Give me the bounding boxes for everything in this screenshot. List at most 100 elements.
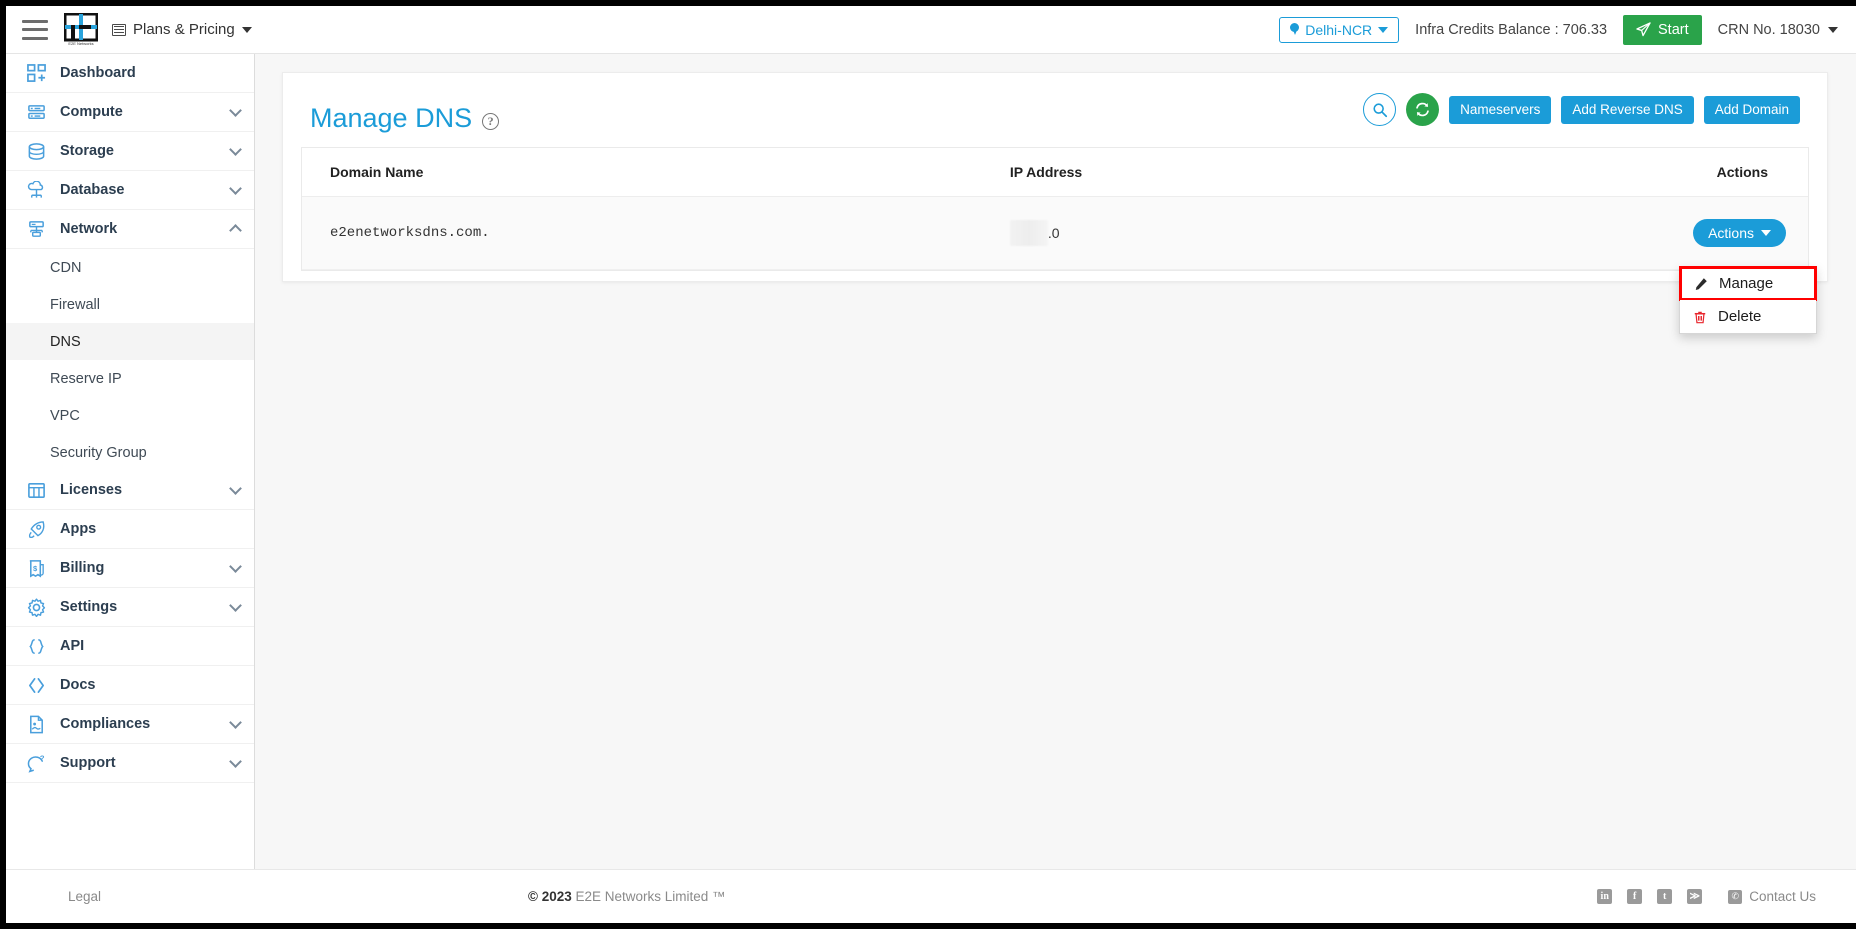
sidebar-item-dns[interactable]: DNS [6,323,254,360]
sidebar-item-network[interactable]: Network [6,210,254,249]
svg-text:$: $ [32,563,37,572]
sidebar-item-label: Billing [60,560,105,576]
redacted-ip-block [1009,220,1048,246]
add-reverse-dns-button[interactable]: Add Reverse DNS [1561,95,1694,124]
cell-ip-address: .0 [1009,196,1583,270]
frame-bottom-border [0,923,1856,929]
chevron-down-icon [229,559,242,573]
sidebar-item-security-group[interactable]: Security Group [6,434,254,471]
dropdown-item-delete[interactable]: Delete [1680,300,1816,333]
plans-pricing-menu[interactable]: Plans & Pricing [112,21,252,38]
sidebar-item-label: Compliances [60,716,151,732]
svg-text:?: ? [39,754,44,763]
sidebar-subitem-label: VPC [50,407,80,424]
page-title-text: Manage DNS [310,102,473,133]
sidebar-item-api[interactable]: API [6,627,254,666]
row-actions-button[interactable]: Actions [1693,219,1786,247]
chevron-down-icon [1828,26,1838,33]
chevron-down-icon [1761,230,1771,236]
sidebar-item-storage[interactable]: Storage [6,132,254,171]
sidebar-item-billing[interactable]: $ Billing [6,549,254,588]
column-header-domain-name: Domain Name [302,148,1010,197]
start-button[interactable]: Start [1623,14,1702,45]
sidebar-item-compliances[interactable]: Compliances [6,705,254,744]
app-viewport: E2E Networks Plans & Pricing Delhi-NCR I… [0,0,1856,929]
chevron-down-icon [229,142,242,156]
chevron-down-icon [229,103,242,117]
list-icon [112,23,126,36]
actions-dropdown-menu: Manage Delete [1679,266,1817,334]
sidebar-item-database[interactable]: Database [6,171,254,210]
dns-card: Manage DNS ? Nameservers Add Reverse DNS… [282,72,1828,282]
phone-icon: ✆ [1728,889,1743,904]
hamburger-icon[interactable] [22,19,48,40]
sidebar-item-compute[interactable]: Compute [6,93,254,132]
network-icon [24,220,48,239]
nameservers-button[interactable]: Nameservers [1449,95,1552,124]
sidebar-item-docs[interactable]: Docs [6,666,254,705]
chevron-up-icon [229,224,242,237]
sidebar-item-support[interactable]: ? Support [6,744,254,783]
frame-top-border [0,0,1856,6]
page-title: Manage DNS ? [310,102,500,134]
add-domain-button[interactable]: Add Domain [1703,95,1800,124]
plans-pricing-label: Plans & Pricing [133,21,235,38]
chevron-down-icon [229,754,242,768]
column-header-ip-address: IP Address [1009,148,1583,197]
location-pin-icon [1290,23,1300,36]
rss-icon[interactable]: ≫ [1687,889,1703,904]
dns-table-wrapper: Domain Name IP Address Actions e2enetwor… [301,147,1809,271]
sidebar-item-label: API [60,638,85,654]
rocket-icon [24,520,48,539]
region-selector[interactable]: Delhi-NCR [1279,16,1400,43]
dropdown-item-manage[interactable]: Manage [1679,266,1817,301]
dns-table: Domain Name IP Address Actions e2enetwor… [302,148,1808,270]
table-body: e2enetworksdns.com. .0 Actions [302,196,1808,270]
dropdown-item-label: Manage [1719,275,1774,292]
trash-icon [1692,310,1708,324]
contact-us-link[interactable]: ✆ Contact Us [1728,889,1816,904]
server-icon [24,103,48,122]
sidebar-item-dashboard[interactable]: Dashboard [6,54,254,93]
chevron-down-icon [229,481,242,495]
card-header: Manage DNS ? Nameservers Add Reverse DNS… [283,73,1827,141]
dashboard-icon [24,63,48,83]
table-row: e2enetworksdns.com. .0 Actions [302,196,1808,270]
sidebar-item-reserve-ip[interactable]: Reserve IP [6,360,254,397]
sidebar-item-firewall[interactable]: Firewall [6,286,254,323]
sidebar-item-vpc[interactable]: VPC [6,397,254,434]
table-header-row: Domain Name IP Address Actions [302,148,1808,197]
help-icon[interactable]: ? [482,112,500,130]
sidebar-nav: Dashboard Compute Storage Database Netwo… [6,54,255,923]
table-header: Domain Name IP Address Actions [302,148,1808,197]
region-label: Delhi-NCR [1305,21,1373,38]
sidebar-item-label: Storage [60,143,114,159]
infra-credits-balance: Infra Credits Balance : 706.33 [1415,21,1608,38]
sidebar-subitem-label: CDN [50,259,82,276]
svg-text:E2E Networks: E2E Networks [68,41,93,46]
sidebar-item-settings[interactable]: Settings [6,588,254,627]
chevron-down-icon [229,181,242,195]
sidebar-item-cdn[interactable]: CDN [6,249,254,286]
gear-icon [24,597,48,617]
frame-left-border [0,0,6,929]
sidebar-item-label: Database [60,182,125,198]
search-icon[interactable] [1363,93,1397,126]
invoice-icon: $ [24,559,48,578]
document-icon [24,715,48,734]
row-actions-label: Actions [1708,225,1754,241]
refresh-icon[interactable] [1406,93,1440,126]
footer-legal-link[interactable]: Legal [68,889,528,904]
linkedin-icon[interactable]: in [1597,889,1613,904]
footer-right-group: in f t ≫ ✆ Contact Us [1597,889,1816,904]
footer-copyright-name: E2E Networks Limited ™ [575,889,726,904]
facebook-icon[interactable]: f [1627,889,1643,904]
e2e-networks-logo[interactable]: E2E Networks [64,12,98,47]
top-header: E2E Networks Plans & Pricing Delhi-NCR I… [6,6,1856,54]
twitter-icon[interactable]: t [1657,889,1673,904]
sidebar-item-apps[interactable]: Apps [6,510,254,549]
main-content: Manage DNS ? Nameservers Add Reverse DNS… [255,54,1856,869]
database-stack-icon [24,142,48,161]
sidebar-item-licenses[interactable]: Licenses [6,471,254,510]
crn-menu[interactable]: CRN No. 18030 [1718,22,1838,38]
